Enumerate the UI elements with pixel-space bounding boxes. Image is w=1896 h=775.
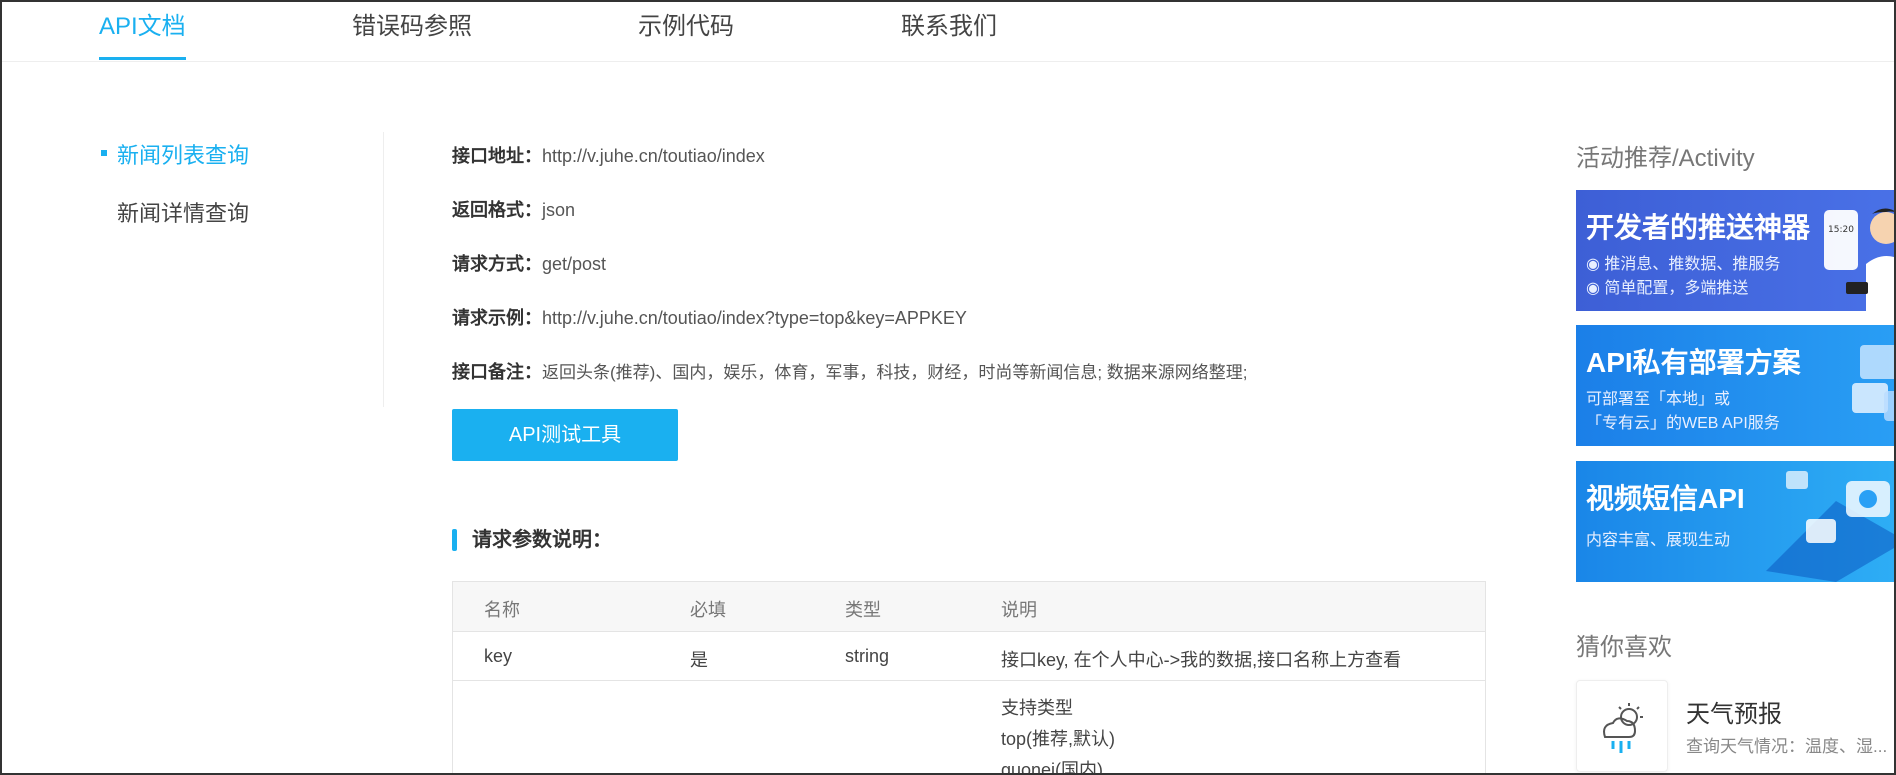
banner-line: ◉ 推消息、推数据、推服务: [1586, 250, 1780, 274]
page-frame: API文档 错误码参照 示例代码 联系我们 新闻列表查询 新闻详情查询 接口地址…: [0, 0, 1896, 775]
info-row-endpoint: 接口地址：http://v.juhe.cn/toutiao/index: [452, 142, 765, 168]
info-label: 接口备注：: [452, 362, 542, 382]
sidebar-item-news-detail[interactable]: 新闻详情查询: [117, 196, 249, 228]
top-tab-bar: API文档 错误码参照 示例代码 联系我们: [2, 2, 1894, 62]
banner-line: 内容丰富、展现生动: [1586, 532, 1731, 549]
banner-line: 「专有云」的WEB API服务: [1586, 415, 1780, 432]
tab-api-docs[interactable]: API文档: [99, 10, 186, 60]
info-label: 请求示例：: [452, 308, 542, 328]
cell-desc: 接口key, 在个人中心->我的数据,接口名称上方查看: [1001, 650, 1402, 670]
phone-time: 15:20: [1828, 225, 1854, 235]
banner-line-text: 简单配置，多端推送: [1604, 280, 1749, 297]
info-label: 接口地址：: [452, 146, 542, 166]
info-row-remark: 接口备注：返回头条(推荐)、国内，娱乐，体育，军事，科技，财经，时尚等新闻信息;…: [452, 358, 1248, 384]
chat-circle-icon: ◉: [1586, 280, 1605, 297]
tab-contact-us[interactable]: 联系我们: [901, 10, 997, 60]
tab-error-codes[interactable]: 错误码参照: [352, 10, 472, 60]
server-cubes-icon: [1852, 345, 1894, 421]
banner-title: 开发者的推送神器: [1586, 212, 1811, 243]
header-type: 类型: [845, 600, 881, 620]
desc-line: 支持类型: [1001, 698, 1073, 718]
section-title: 请求参数说明：: [452, 527, 612, 553]
section-accent-bar: [452, 529, 457, 551]
params-table: 名称 必填 类型 说明 key 是 string 接口key, 在个人中心->我…: [452, 581, 1486, 775]
info-row-method: 请求方式：get/post: [452, 250, 606, 276]
recommend-name: 天气预报: [1686, 701, 1782, 728]
header-desc: 说明: [1001, 600, 1037, 620]
phone-video-icon: [1766, 471, 1894, 582]
section-title-text: 请求参数说明：: [472, 529, 612, 551]
cell-name: key: [484, 646, 513, 666]
banner-video-sms[interactable]: 视频短信API 内容丰富、展现生动: [1576, 461, 1894, 582]
header-required: 必填: [690, 600, 726, 620]
info-label: 请求方式：: [452, 254, 542, 274]
info-value: 返回头条(推荐)、国内，娱乐，体育，军事，科技，财经，时尚等新闻信息; 数据来源…: [542, 363, 1248, 382]
sidebar-item-news-list[interactable]: 新闻列表查询: [100, 138, 249, 170]
info-value: http://v.juhe.cn/toutiao/index: [542, 146, 765, 166]
table-row: key 是 string 接口key, 在个人中心->我的数据,接口名称上方查看: [453, 632, 1485, 681]
banner-title: 视频短信API: [1586, 483, 1745, 514]
info-value: json: [542, 200, 576, 220]
weather-icon: [1576, 680, 1668, 772]
banner-line-text: 推消息、推数据、推服务: [1604, 256, 1781, 273]
api-list-sidebar: 新闻列表查询 新闻详情查询: [99, 132, 384, 407]
banner-private-deploy[interactable]: API私有部署方案 可部署至「本地」或 「专有云」的WEB API服务: [1576, 325, 1894, 446]
activity-title: 活动推荐/Activity: [1576, 145, 1755, 172]
cell-required: 是: [690, 650, 708, 670]
desc-line: guonei(国内): [1001, 760, 1104, 775]
api-test-tool-button[interactable]: API测试工具: [452, 409, 678, 461]
cell-type: string: [845, 646, 890, 666]
banner-line: 可部署至「本地」或: [1586, 391, 1731, 408]
recommend-desc: 查询天气情况：温度、湿...: [1686, 737, 1888, 756]
table-row: 支持类型 top(推荐,默认) guonei(国内): [453, 681, 1485, 775]
info-value: get/post: [542, 254, 607, 274]
banner-line: ◉ 简单配置，多端推送: [1586, 274, 1748, 298]
header-name: 名称: [484, 600, 520, 620]
check-circle-icon: ◉: [1586, 256, 1605, 273]
recommend-card-weather[interactable]: 天气预报 查询天气情况：温度、湿...: [1576, 680, 1894, 773]
cell-desc: 支持类型 top(推荐,默认) guonei(国内): [1001, 693, 1116, 775]
banner-title: API私有部署方案: [1586, 347, 1801, 378]
desc-line: top(推荐,默认): [1001, 729, 1116, 749]
info-value: http://v.juhe.cn/toutiao/index?type=top&…: [542, 308, 967, 328]
info-row-format: 返回格式：json: [452, 196, 575, 222]
info-label: 返回格式：: [452, 200, 542, 220]
developer-illustration-icon: 15:20: [1824, 208, 1894, 311]
info-row-example: 请求示例：http://v.juhe.cn/toutiao/index?type…: [452, 304, 967, 330]
tab-sample-code[interactable]: 示例代码: [638, 10, 734, 60]
table-header-row: 名称 必填 类型 说明: [453, 582, 1485, 632]
banner-push-service[interactable]: 开发者的推送神器 ◉ 推消息、推数据、推服务 ◉ 简单配置，多端推送 15:20: [1576, 190, 1894, 311]
guess-you-like-title: 猜你喜欢: [1576, 634, 1672, 661]
